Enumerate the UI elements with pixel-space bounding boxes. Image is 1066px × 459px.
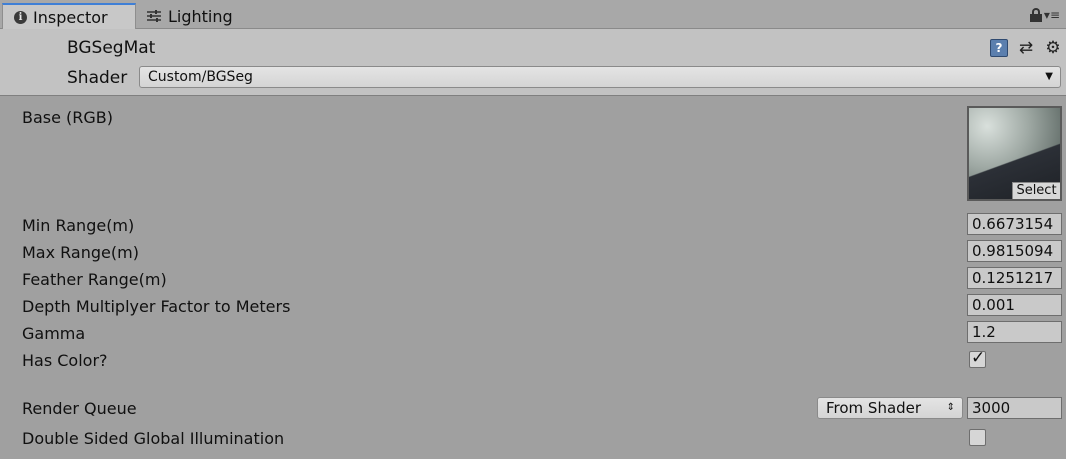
material-header: BGSegMat Shader Custom/BGSeg ▼ ? ⇄ ⚙ <box>0 29 1066 96</box>
has-color-checkbox[interactable]: ✓ <box>969 348 986 368</box>
texture-select-button[interactable]: Select <box>1012 182 1060 199</box>
info-icon: i <box>14 10 27 24</box>
base-rgb-label: Base (RGB) <box>22 108 114 127</box>
min-range-label: Min Range(m) <box>22 216 135 235</box>
feather-range-field[interactable]: 0.1251217 <box>967 267 1062 289</box>
tabbar-controls: ▾≡ <box>1029 8 1060 22</box>
header-icons: ? ⇄ ⚙ <box>990 38 1062 58</box>
render-queue-dropdown[interactable]: From Shader ⇕ <box>817 397 963 419</box>
shader-dropdown[interactable]: Custom/BGSeg ▼ <box>139 66 1061 88</box>
preset-icon[interactable]: ⇄ <box>1017 38 1035 58</box>
checkmark-icon: ✓ <box>971 348 986 368</box>
sliders-icon <box>147 10 161 22</box>
menu-icon[interactable]: ▾≡ <box>1044 8 1060 22</box>
gamma-label: Gamma <box>22 324 86 343</box>
lock-icon[interactable] <box>1029 8 1042 22</box>
tab-inspector[interactable]: i Inspector <box>2 3 136 29</box>
gamma-field[interactable]: 1.2 <box>967 321 1062 343</box>
tab-inspector-label: Inspector <box>33 7 108 27</box>
tab-lighting[interactable]: Lighting <box>146 3 256 29</box>
depth-multiplyer-field[interactable]: 0.001 <box>967 294 1062 316</box>
dropdown-arrow-icon: ▼ <box>1045 71 1053 82</box>
render-queue-mode: From Shader <box>826 399 922 417</box>
shader-value: Custom/BGSeg <box>148 69 253 85</box>
double-sided-gi-label: Double Sided Global Illumination <box>22 429 285 448</box>
feather-range-label: Feather Range(m) <box>22 270 167 289</box>
render-queue-field[interactable]: 3000 <box>967 397 1062 419</box>
material-name: BGSegMat <box>67 38 156 58</box>
min-range-field[interactable]: 0.6673154 <box>967 213 1062 235</box>
tab-bar: i Inspector Lighting ▾≡ <box>0 0 1066 29</box>
max-range-label: Max Range(m) <box>22 243 139 262</box>
gear-icon[interactable]: ⚙ <box>1044 38 1062 58</box>
shader-label: Shader <box>67 68 128 88</box>
depth-multiplyer-label: Depth Multiplyer Factor to Meters <box>22 297 291 316</box>
render-queue-label: Render Queue <box>22 399 137 418</box>
double-sided-gi-checkbox[interactable] <box>969 429 986 446</box>
tab-lighting-label: Lighting <box>168 6 233 26</box>
updown-arrow-icon: ⇕ <box>946 402 955 413</box>
base-texture-slot[interactable]: Select <box>967 106 1062 201</box>
help-icon[interactable]: ? <box>990 39 1008 57</box>
has-color-label: Has Color? <box>22 351 108 370</box>
max-range-field[interactable]: 0.9815094 <box>967 240 1062 262</box>
